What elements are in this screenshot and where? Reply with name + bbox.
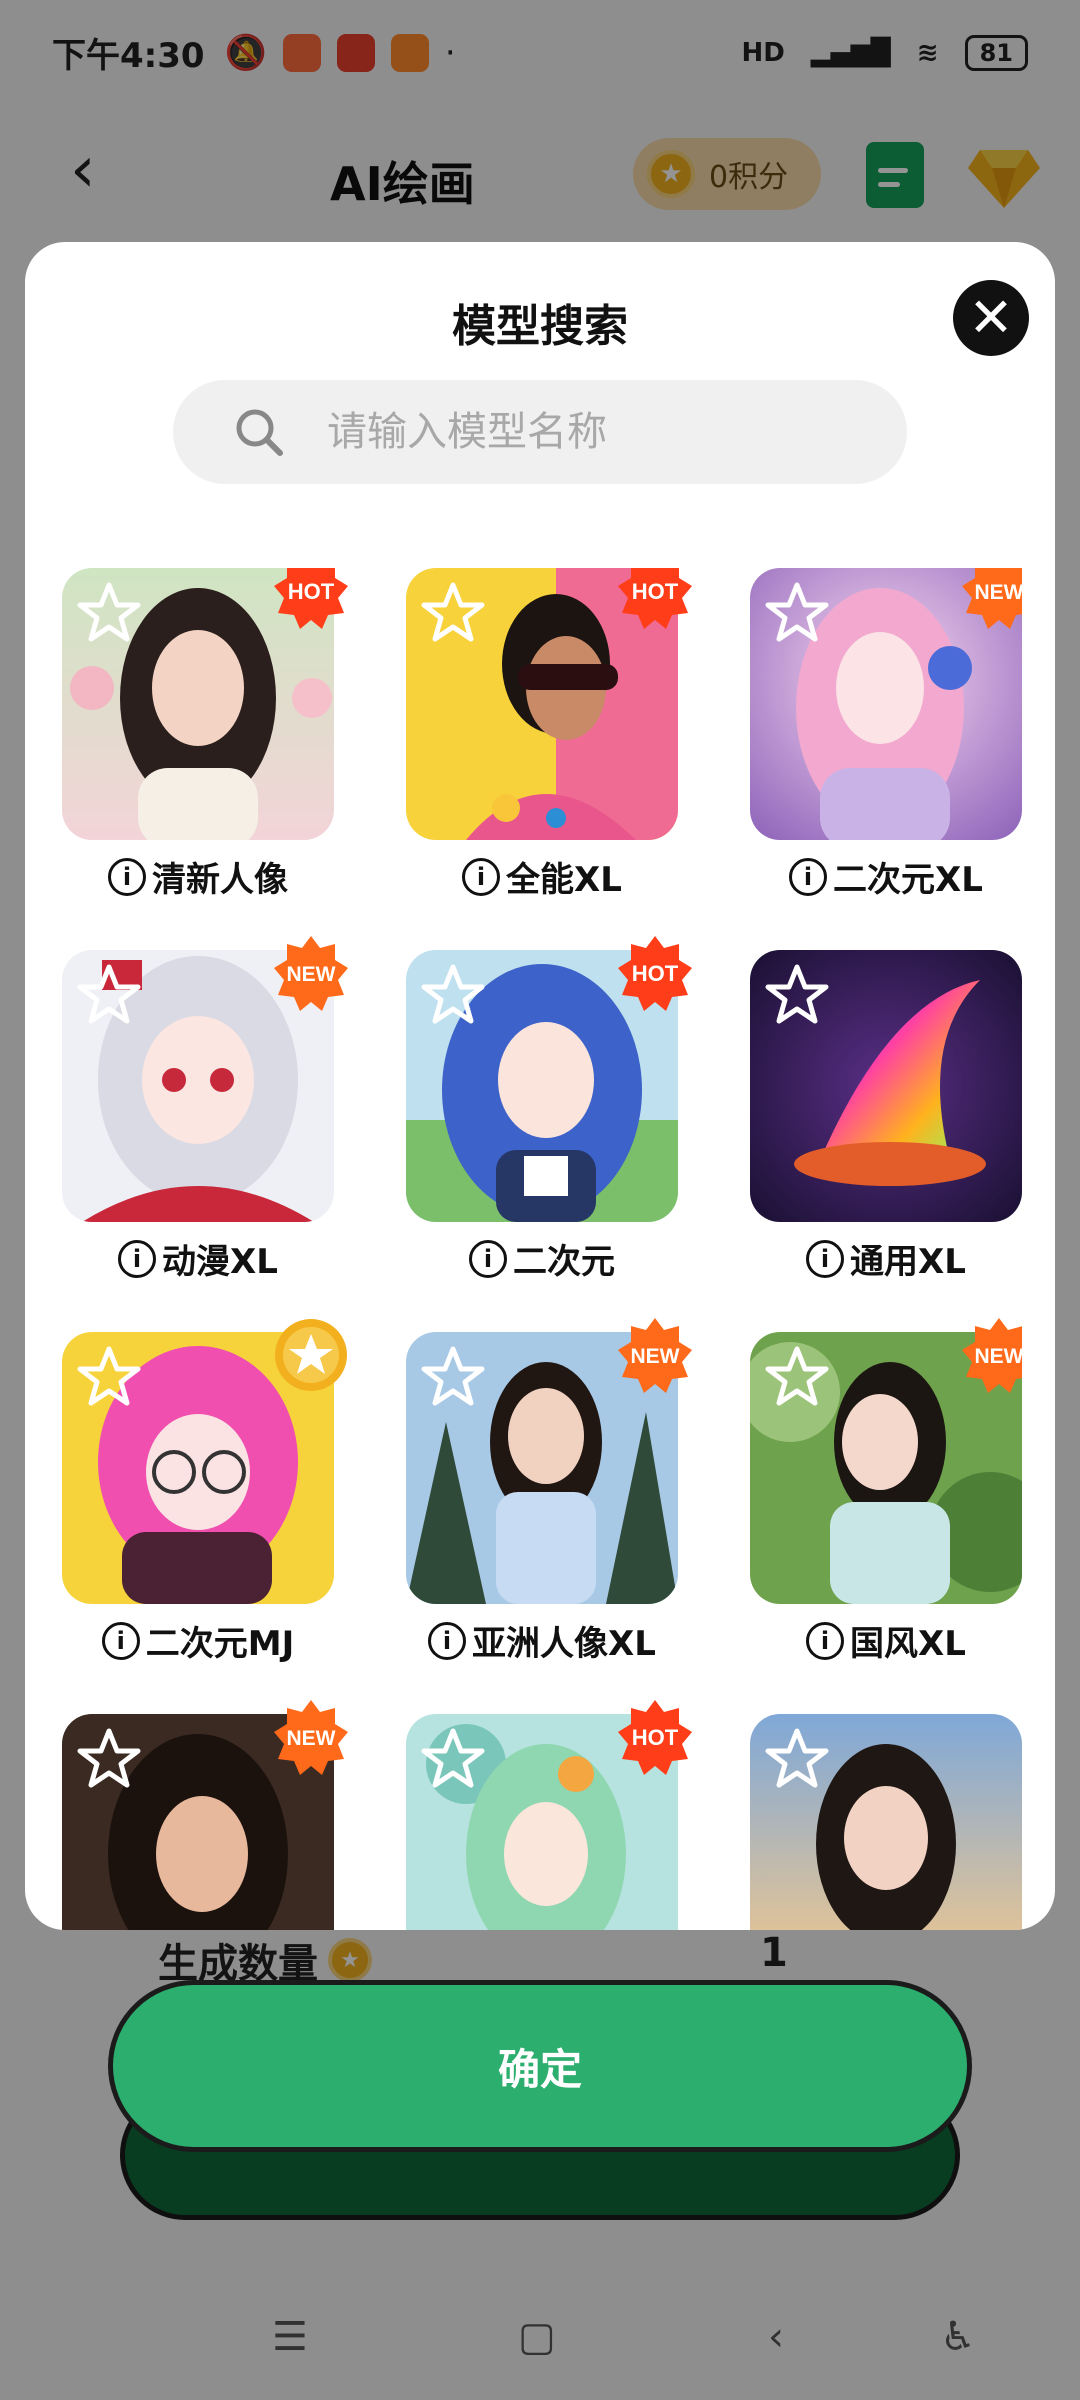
info-icon[interactable]: i (428, 1621, 467, 1660)
svg-text:NEW: NEW (287, 963, 336, 986)
info-icon[interactable]: i (789, 857, 828, 896)
model-card[interactable] (750, 1714, 1022, 1930)
hot-badge: HOT (618, 936, 692, 1011)
model-name: 通用XL (850, 1242, 966, 1282)
info-icon[interactable]: i (462, 857, 501, 896)
model-card[interactable]: NEW i 二次元XL (750, 568, 1022, 924)
model-label: i 国风XL (750, 1616, 1022, 1665)
model-label: i 通用XL (750, 1234, 1022, 1283)
svg-text:NEW: NEW (631, 1345, 680, 1368)
hot-badge: HOT (274, 568, 348, 629)
star-icon[interactable] (420, 962, 486, 1028)
model-name: 国风XL (850, 1624, 966, 1664)
model-card[interactable]: HOT (406, 1700, 692, 1930)
model-card[interactable]: i 通用XL (750, 950, 1022, 1306)
model-grid: HOT i 清新人像 HOT i 全能XL NEW i 二次元XL NEW i … (62, 568, 1022, 1930)
star-icon[interactable] (420, 1726, 486, 1792)
hot-badge: HOT (618, 1700, 692, 1775)
search-input[interactable] (327, 409, 847, 455)
svg-text:HOT: HOT (632, 579, 679, 604)
model-label: i 二次元 (406, 1234, 678, 1283)
model-name: 二次元 (513, 1242, 615, 1282)
model-card[interactable]: HOT i 清新人像 (62, 568, 348, 924)
model-label: i 动漫XL (62, 1234, 334, 1283)
model-card[interactable]: HOT i 全能XL (406, 568, 692, 924)
svg-text:NEW: NEW (975, 1345, 1023, 1368)
svg-text:HOT: HOT (632, 1725, 679, 1750)
star-icon[interactable] (76, 962, 142, 1028)
new-badge: NEW (274, 936, 348, 1011)
model-card[interactable]: i 二次元MJ (62, 1319, 347, 1688)
star-icon[interactable] (76, 1726, 142, 1792)
model-search-modal: 模型搜索 ✕ HOT i 清新人像 HOT (25, 242, 1055, 1930)
info-icon[interactable]: i (118, 1239, 157, 1278)
svg-text:NEW: NEW (975, 581, 1023, 604)
info-icon[interactable]: i (806, 1239, 845, 1278)
model-name: 清新人像 (152, 860, 288, 900)
close-button[interactable]: ✕ (953, 280, 1029, 356)
close-icon: ✕ (968, 286, 1014, 349)
model-card[interactable]: NEW i 国风XL (750, 1318, 1022, 1688)
star-icon[interactable] (420, 1344, 486, 1410)
star-icon[interactable] (764, 580, 830, 646)
model-label: i 二次元XL (750, 852, 1022, 901)
new-badge: NEW (962, 1318, 1023, 1393)
search-icon (236, 409, 283, 456)
new-badge: NEW (962, 568, 1023, 629)
model-card[interactable]: HOT i 二次元 (406, 936, 692, 1306)
svg-text:NEW: NEW (287, 1727, 336, 1750)
model-card[interactable]: NEW (62, 1700, 348, 1930)
model-name: 动漫XL (162, 1242, 278, 1282)
star-icon[interactable] (764, 1726, 830, 1792)
info-icon[interactable]: i (806, 1621, 845, 1660)
star-icon[interactable] (420, 580, 486, 646)
info-icon[interactable]: i (108, 857, 146, 896)
model-label: i 全能XL (406, 852, 678, 901)
star-icon[interactable] (76, 1344, 142, 1410)
new-badge: NEW (274, 1700, 348, 1775)
model-label: i 亚洲人像XL (406, 1616, 678, 1665)
star-icon[interactable] (76, 580, 142, 646)
svg-text:HOT: HOT (632, 961, 679, 986)
star-icon[interactable] (764, 1344, 830, 1410)
model-card[interactable]: NEW i 动漫XL (62, 936, 348, 1306)
star-icon[interactable] (764, 962, 830, 1028)
model-name: 二次元MJ (145, 1624, 295, 1664)
new-badge: NEW (618, 1318, 692, 1393)
info-icon[interactable]: i (469, 1239, 507, 1278)
info-icon[interactable]: i (101, 1621, 140, 1660)
search-bar[interactable] (173, 380, 907, 484)
model-label: i 二次元MJ (62, 1616, 334, 1665)
model-label: i 清新人像 (62, 852, 334, 901)
hot-badge: HOT (618, 568, 692, 629)
modal-title: 模型搜索 (452, 301, 628, 352)
premium-star-badge (275, 1319, 347, 1391)
model-name: 全能XL (506, 860, 622, 900)
svg-text:HOT: HOT (288, 579, 335, 604)
model-name: 亚洲人像XL (472, 1624, 656, 1664)
model-card[interactable]: NEW i 亚洲人像XL (406, 1318, 692, 1688)
confirm-button[interactable]: 确定 (108, 1980, 972, 2152)
model-name: 二次元XL (833, 860, 983, 900)
